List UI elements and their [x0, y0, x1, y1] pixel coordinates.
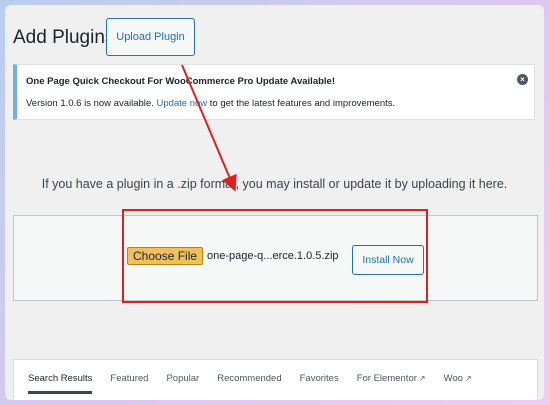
tab-label: For Elementor — [356, 373, 417, 384]
tab-label: Woo — [443, 373, 463, 384]
admin-frame: Add Plugins Upload Plugin One Page Quick… — [5, 5, 544, 400]
page-title: Add Plugins — [13, 27, 115, 48]
tab-popular[interactable]: Popular — [166, 373, 199, 394]
notice-body-prefix: Version 1.0.6 is now available. — [26, 98, 154, 109]
tab-label: Favorites — [299, 373, 339, 384]
notice-body: Version 1.0.6 is now available. Update n… — [26, 98, 395, 109]
tab-for-elementor[interactable]: For Elementor ↗ — [357, 373, 426, 394]
tab-label: Featured — [110, 373, 149, 384]
update-now-link[interactable]: Update now — [156, 98, 207, 109]
tab-label: Search Results — [28, 373, 93, 384]
upload-help-text: If you have a plugin in a .zip format, y… — [41, 177, 508, 191]
tab-label: Recommended — [217, 373, 282, 384]
plugin-filter-tabs: Search Results Featured Popular Recommended… — [13, 359, 538, 400]
tabs-list: Search Results Featured Popular Recommended… — [28, 373, 490, 394]
upload-plugin-button[interactable]: Upload Plugin — [106, 18, 195, 56]
tab-woo[interactable]: Woo ↗ — [444, 373, 472, 394]
tab-label: Popular — [166, 373, 200, 384]
tab-recommended[interactable]: Recommended — [217, 373, 281, 394]
notice-body-suffix: to get the latest features and improveme… — [209, 98, 396, 109]
dismiss-icon[interactable]: × — [517, 74, 528, 85]
notice-title: One Page Quick Checkout For WooCommerce … — [26, 76, 335, 87]
update-notice: One Page Quick Checkout For WooCommerce … — [13, 64, 535, 120]
tab-search-results[interactable]: Search Results — [28, 373, 93, 394]
tab-featured[interactable]: Featured — [110, 373, 148, 394]
tab-favorites[interactable]: Favorites — [300, 373, 339, 394]
external-link-icon: ↗ — [418, 374, 426, 383]
external-link-icon: ↗ — [464, 374, 472, 383]
annotation-highlight-box — [122, 209, 428, 303]
